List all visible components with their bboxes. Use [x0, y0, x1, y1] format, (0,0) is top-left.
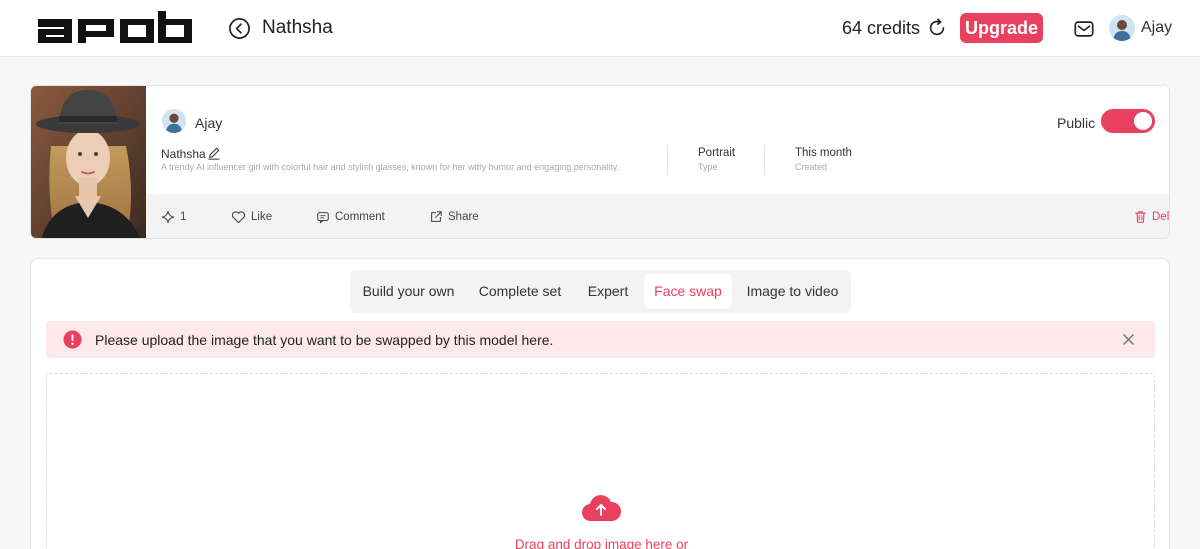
info-alert: Please upload the image that you want to… [46, 321, 1155, 358]
owner-name[interactable]: Ajay [195, 115, 222, 131]
back-arrow-icon[interactable] [228, 17, 251, 40]
tab-image-to-video[interactable]: Image to video [738, 274, 847, 309]
alert-message: Please upload the image that you want to… [95, 332, 554, 348]
credits-count: 64 credits [842, 18, 921, 38]
heart-icon [231, 211, 246, 224]
delete-button[interactable]: Delete [1134, 209, 1170, 225]
image-dropzone[interactable]: Drag and drop image here or [46, 373, 1155, 549]
sparkle-count: 1 [180, 211, 187, 223]
model-card: Ajay Nathsha A trendy AI influencer girl… [30, 85, 1170, 239]
tab-expert[interactable]: Expert [577, 274, 639, 309]
dropzone-text: Drag and drop image here or [514, 537, 689, 549]
apob-logo[interactable]: apob [36, 11, 194, 45]
cloud-upload-icon [582, 495, 621, 522]
tab-complete-set[interactable]: Complete set [469, 274, 571, 309]
created-value: This month [795, 147, 852, 159]
close-icon[interactable] [1122, 333, 1135, 346]
like-button[interactable]: Like [231, 209, 272, 225]
model-name: Nathsha [161, 147, 206, 161]
public-label: Public [1057, 115, 1096, 131]
divider [667, 146, 668, 174]
model-photo [31, 86, 146, 238]
workspace-panel: Build your own Complete set Expert Face … [30, 258, 1170, 549]
comment-icon [317, 212, 329, 224]
trash-icon [1135, 211, 1146, 223]
owner-avatar[interactable] [162, 109, 186, 133]
upgrade-button[interactable]: Upgrade [960, 13, 1043, 43]
like-label: Like [251, 211, 273, 223]
public-toggle[interactable] [1101, 109, 1155, 133]
page-title: Nathsha [262, 17, 333, 38]
created-label: Created [795, 162, 828, 172]
type-value: Portrait [698, 147, 736, 159]
tab-build-your-own[interactable]: Build your own [354, 274, 463, 309]
comment-button[interactable]: Comment [316, 209, 385, 225]
card-actions-bar: 1 Like Comment Share Del [146, 194, 1170, 238]
share-icon [431, 211, 442, 222]
user-avatar[interactable] [1109, 15, 1135, 41]
mode-tabs: Build your own Complete set Expert Face … [350, 270, 851, 313]
refresh-icon[interactable] [926, 17, 948, 39]
top-header: apob Nathsha 64 credits Upgrade Ajay [0, 0, 1200, 57]
info-icon [63, 330, 82, 349]
mail-icon[interactable] [1073, 18, 1095, 40]
sparkle-icon [161, 210, 175, 224]
share-label: Share [448, 211, 479, 223]
model-description: A trendy AI influencer girl with colorfu… [161, 162, 620, 172]
user-name[interactable]: Ajay [1141, 19, 1172, 37]
toggle-knob [1134, 112, 1152, 130]
comment-label: Comment [335, 211, 385, 223]
share-button[interactable]: Share [429, 209, 479, 225]
tab-face-swap[interactable]: Face swap [644, 274, 732, 309]
sparkle-button[interactable]: 1 [161, 209, 186, 225]
delete-label: Delete [1152, 211, 1170, 223]
edit-pencil-icon[interactable] [207, 146, 221, 160]
type-label: Type [698, 162, 718, 172]
divider [764, 146, 765, 174]
